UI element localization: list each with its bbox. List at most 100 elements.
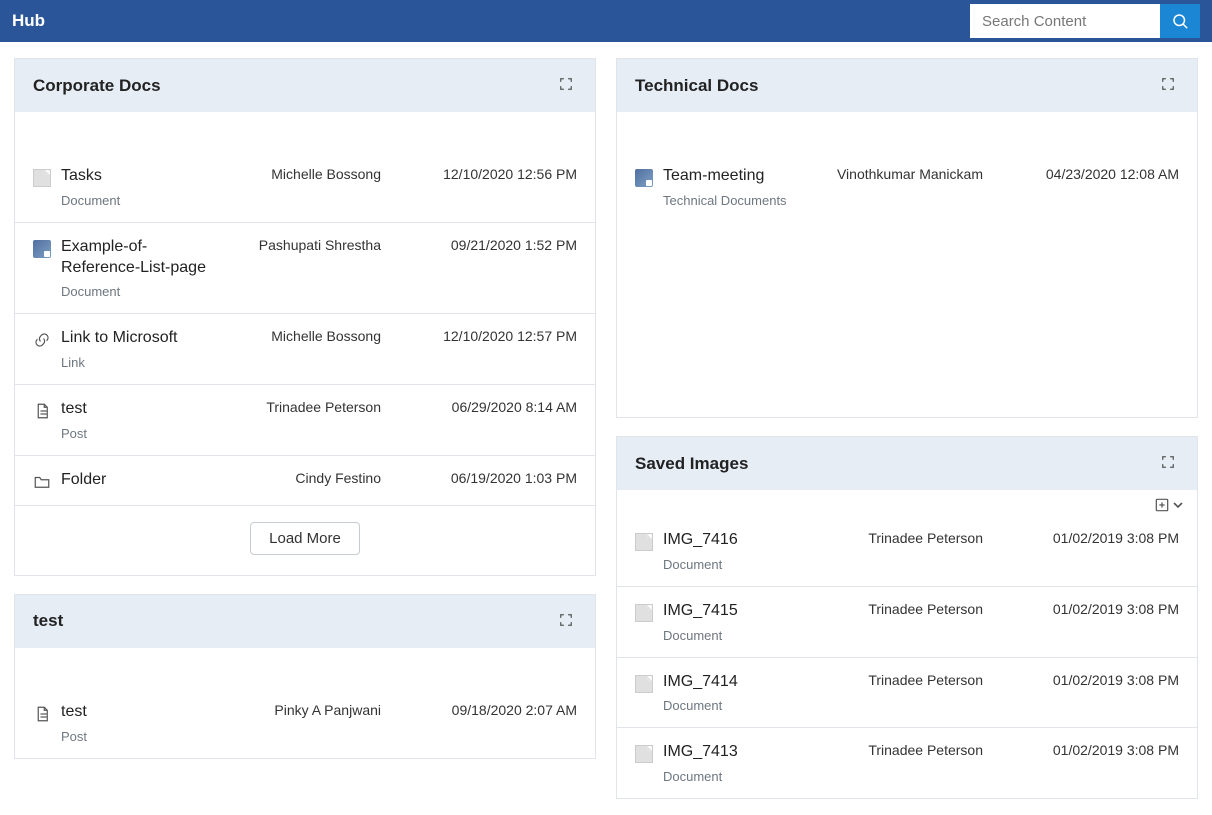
top-bar: Hub: [0, 0, 1212, 42]
left-column: Corporate Docs Tasks Document Michelle Bos…: [14, 58, 596, 799]
row-author: Vinothkumar Manickam: [819, 166, 989, 182]
search-button[interactable]: [1160, 4, 1200, 38]
document-icon: [33, 169, 51, 187]
row-author: Trinadee Peterson: [819, 742, 989, 758]
row-main: IMG_7415 Document: [635, 601, 819, 643]
document-icon: [635, 675, 653, 693]
link-icon: [33, 331, 51, 349]
row-author: Trinadee Peterson: [819, 530, 989, 546]
expand-button[interactable]: [555, 73, 577, 98]
row-main: IMG_7414Document: [635, 672, 819, 714]
list-row[interactable]: test Post Trinadee Peterson06/29/2020 8:14…: [15, 384, 595, 455]
app-title: Hub: [12, 11, 45, 31]
row-title[interactable]: Team-meeting: [663, 166, 787, 187]
list-row[interactable]: test Post Pinky A Panjwani09/18/2020 2:07 …: [15, 688, 595, 758]
row-main: Tasks Document: [33, 166, 217, 208]
row-timestamp: 09/18/2020 2:07 AM: [387, 702, 577, 718]
list-row[interactable]: Tasks Document Michelle Bossong12/10/2020 …: [15, 152, 595, 222]
row-title[interactable]: test: [61, 702, 87, 723]
row-title[interactable]: IMG_7416: [663, 530, 738, 551]
row-author: Michelle Bossong: [217, 166, 387, 182]
panel-test: test test Post Pinky A Panjwani09/18/2020 …: [14, 594, 596, 759]
row-main: IMG_7416 Document: [635, 530, 819, 572]
row-author: Trinadee Peterson: [819, 601, 989, 617]
image-thumb-icon: [635, 169, 653, 187]
expand-icon: [1161, 77, 1175, 91]
panel-header: Technical Docs: [617, 59, 1197, 112]
panel-title: Corporate Docs: [33, 76, 161, 96]
row-timestamp: 01/02/2019 3:08 PM: [989, 601, 1179, 617]
row-timestamp: 06/29/2020 8:14 AM: [387, 399, 577, 415]
row-author: Cindy Festino: [217, 470, 387, 486]
panel-spacer: [617, 112, 1197, 152]
row-main: IMG_7413 Document: [635, 742, 819, 784]
row-subtype: Document: [663, 557, 738, 572]
document-icon: [635, 604, 653, 622]
post-icon: [33, 402, 51, 420]
row-subtype: Technical Documents: [663, 193, 787, 208]
expand-button[interactable]: [1157, 73, 1179, 98]
panel-body: TasksDocumentMichelle Bossong12/10/2020 …: [15, 112, 595, 575]
row-main: Link to Microsoft Link: [33, 328, 217, 370]
panel-header: test: [15, 595, 595, 648]
add-item-button[interactable]: [1153, 496, 1185, 514]
panel-title: Saved Images: [635, 454, 748, 474]
panel-header: Corporate Docs: [15, 59, 595, 112]
list-row[interactable]: Team-meeting Technical Documents Vinothkum…: [617, 152, 1197, 222]
expand-button[interactable]: [555, 609, 577, 634]
search-input[interactable]: [970, 4, 1160, 38]
row-subtype: Post: [61, 426, 87, 441]
row-subtype: Post: [61, 729, 87, 744]
row-subtype: Document: [663, 769, 738, 784]
row-author: Trinadee Peterson: [819, 672, 989, 688]
row-subtype: Link: [61, 355, 177, 370]
list-row[interactable]: IMG_7413 Document Trinadee Peterson01/02/2…: [617, 727, 1197, 798]
panel-body: test Post Pinky A Panjwani09/18/2020 2:07 …: [15, 648, 595, 758]
search-icon: [1171, 12, 1189, 30]
expand-icon: [559, 77, 573, 91]
row-title[interactable]: IMG_7413: [663, 742, 738, 763]
row-title[interactable]: Tasks: [61, 166, 120, 187]
panel-spacer: [15, 648, 595, 688]
post-icon: [33, 705, 51, 723]
row-main: test Post: [33, 702, 217, 744]
list-row[interactable]: Folder Cindy Festino06/19/2020 1:03 PM: [15, 455, 595, 505]
image-thumb-icon: [33, 240, 51, 258]
row-title[interactable]: Folder: [61, 470, 106, 491]
row-author: Pinky A Panjwani: [217, 702, 387, 718]
search-wrap: [970, 4, 1200, 38]
row-title[interactable]: IMG_7414: [663, 672, 738, 693]
row-subtype: Document: [61, 193, 120, 208]
row-timestamp: 04/23/2020 12:08 AM: [989, 166, 1179, 182]
folder-icon: [33, 473, 51, 491]
row-main: Team-meeting Technical Documents: [635, 166, 819, 208]
row-timestamp: 01/02/2019 3:08 PM: [989, 530, 1179, 546]
load-more-wrap: Load More: [15, 505, 595, 575]
list-row[interactable]: Example-of-Reference-List-pageDocumentPa…: [15, 222, 595, 314]
row-timestamp: 01/02/2019 3:08 PM: [989, 672, 1179, 688]
expand-icon: [559, 613, 573, 627]
row-main: Folder: [33, 470, 217, 491]
row-title[interactable]: Example-of-Reference-List-page: [61, 237, 217, 279]
list-row[interactable]: Link to MicrosoftLinkMichelle Bossong12/…: [15, 313, 595, 384]
row-title[interactable]: test: [61, 399, 87, 420]
row-timestamp: 06/19/2020 1:03 PM: [387, 470, 577, 486]
list-row[interactable]: IMG_7416 Document Trinadee Peterson01/02/2…: [617, 516, 1197, 586]
expand-button[interactable]: [1157, 451, 1179, 476]
list-row[interactable]: IMG_7414DocumentTrinadee Peterson01/02/2…: [617, 657, 1197, 728]
row-subtype: Document: [663, 628, 738, 643]
row-author: Michelle Bossong: [217, 328, 387, 344]
load-more-button[interactable]: Load More: [250, 522, 360, 555]
chevron-down-icon: [1173, 500, 1183, 510]
page: Corporate Docs Tasks Document Michelle Bos…: [0, 42, 1212, 815]
row-title[interactable]: Link to Microsoft: [61, 328, 177, 349]
row-title[interactable]: IMG_7415: [663, 601, 738, 622]
list-row[interactable]: IMG_7415 Document Trinadee Peterson01/02/2…: [617, 586, 1197, 657]
panel-title: test: [33, 611, 63, 631]
right-column: Technical Docs Team-meeting Technical Doc…: [616, 58, 1198, 799]
row-timestamp: 12/10/2020 12:56 PM: [387, 166, 577, 182]
row-author: Trinadee Peterson: [217, 399, 387, 415]
expand-icon: [1161, 455, 1175, 469]
row-subtype: Document: [61, 284, 217, 299]
row-timestamp: 01/02/2019 3:08 PM: [989, 742, 1179, 758]
